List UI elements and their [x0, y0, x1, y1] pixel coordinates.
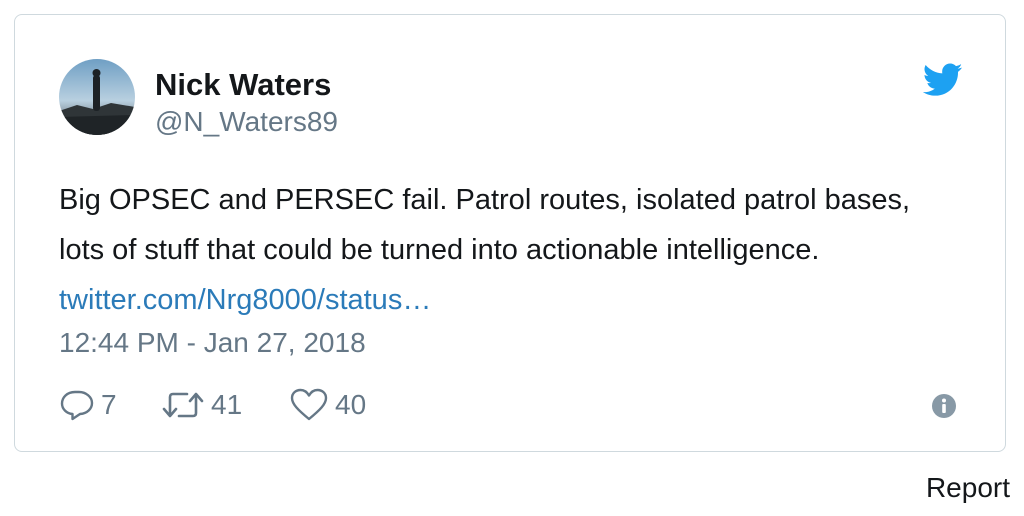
like-button[interactable]: 40	[289, 388, 409, 422]
report-link[interactable]: Report	[906, 470, 1010, 506]
author-handle[interactable]: @N_Waters89	[155, 105, 338, 139]
avatar[interactable]	[59, 59, 135, 135]
tweet-body: Big OPSEC and PERSEC fail. Patrol routes…	[59, 184, 911, 266]
reply-button[interactable]: 7	[59, 389, 161, 421]
retweet-count: 41	[211, 389, 243, 420]
author-display-name[interactable]: Nick Waters	[155, 67, 331, 103]
page: Nick Waters @N_Waters89 Big OPSEC and PE…	[0, 0, 1024, 516]
like-count: 40	[335, 389, 367, 420]
twitter-bird-icon[interactable]	[922, 63, 963, 97]
reply-icon	[59, 389, 95, 421]
tweet-link[interactable]: twitter.com/Nrg8000/status…	[59, 284, 431, 316]
reply-count: 7	[101, 389, 117, 420]
retweet-button[interactable]: 41	[161, 389, 289, 421]
retweet-icon	[161, 389, 205, 421]
tweet-actions: 7 41 40	[59, 385, 409, 425]
tweet-text: Big OPSEC and PERSEC fail. Patrol routes…	[59, 175, 959, 325]
heart-icon	[289, 388, 329, 422]
tweet-card[interactable]: Nick Waters @N_Waters89 Big OPSEC and PE…	[14, 14, 1006, 452]
tweet-timestamp[interactable]: 12:44 PM - Jan 27, 2018	[59, 325, 366, 361]
info-icon[interactable]	[931, 393, 957, 419]
